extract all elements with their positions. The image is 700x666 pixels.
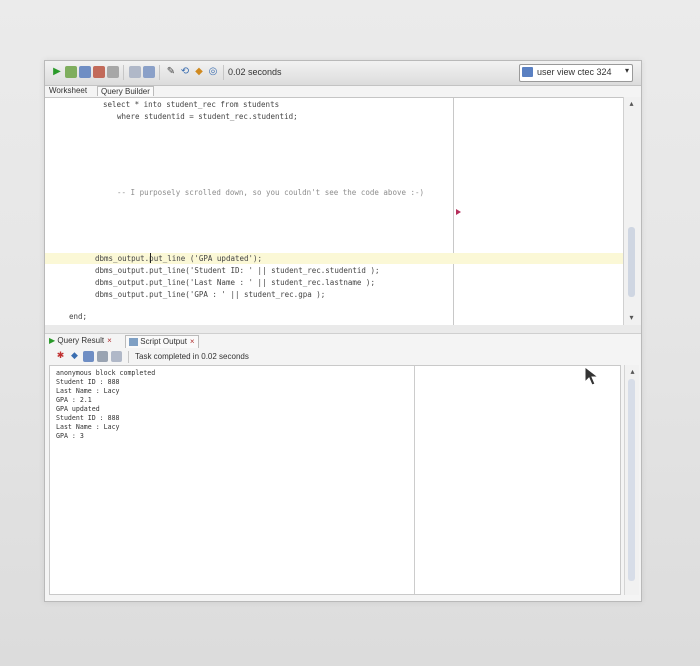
- history-icon[interactable]: ⟲: [179, 66, 191, 78]
- rollback-icon[interactable]: [93, 66, 105, 78]
- script-output-panel[interactable]: anonymous block completed Student ID : 8…: [49, 365, 621, 595]
- save-icon[interactable]: [83, 351, 94, 362]
- connection-name: user view ctec 324: [537, 67, 612, 77]
- code-comment: -- I purposely scrolled down, so you cou…: [117, 188, 425, 197]
- output-line: Student ID : 888: [56, 378, 120, 386]
- output-toolbar: ✱ ◆ Task completed in 0.02 seconds: [45, 349, 641, 365]
- code-line: dbms_output.put_line('Last Name : ' || s…: [95, 278, 375, 287]
- output-line: Student ID : 888: [56, 414, 120, 422]
- code-line: dbms_output.put_line('GPA : ' || student…: [95, 290, 326, 299]
- commit-icon[interactable]: [79, 66, 91, 78]
- output-line: anonymous block completed: [56, 369, 156, 377]
- database-icon: [522, 67, 533, 77]
- worksheet-toolbar: ▶ ✎ ⟲ ◆ ◎ 0.02 seconds user view ctec 32…: [45, 61, 641, 86]
- eraser-icon[interactable]: ◆: [69, 351, 80, 362]
- tab-query-result-label: Query Result: [57, 336, 105, 345]
- task-status-message: Task completed in 0.02 seconds: [135, 352, 249, 361]
- tab-query-builder[interactable]: Query Builder: [97, 86, 154, 96]
- buffer-icon[interactable]: [111, 351, 122, 362]
- scrollbar-thumb[interactable]: [628, 379, 635, 581]
- output-right-margin: [414, 366, 415, 594]
- search-icon[interactable]: ◎: [207, 66, 219, 78]
- tab-worksheet[interactable]: Worksheet: [49, 86, 87, 95]
- explain-plan-icon[interactable]: [129, 66, 141, 78]
- print-icon[interactable]: [97, 351, 108, 362]
- scroll-up-icon[interactable]: ▴: [626, 99, 637, 109]
- sql-editor[interactable]: select * into student_rec from students …: [45, 97, 623, 327]
- editor-tabs: Worksheet Query Builder: [45, 85, 641, 97]
- breakpoint-marker: [456, 209, 461, 215]
- toolbar-separator: [123, 65, 124, 80]
- tab-script-output[interactable]: Script Output ×: [125, 335, 199, 348]
- output-line: Last Name : Lacy: [56, 387, 120, 395]
- play-icon: ▶: [49, 336, 56, 345]
- run-statement-icon[interactable]: ▶: [51, 66, 63, 78]
- output-tabs: ▶ Query Result × Script Output ×: [45, 333, 641, 349]
- code-line: dbms_output.put_line ('GPA updated');: [95, 254, 263, 263]
- mouse-pointer-icon: [584, 365, 600, 386]
- toolbar-separator: [159, 65, 160, 80]
- scroll-up-icon[interactable]: ▴: [627, 367, 638, 377]
- script-icon: [129, 337, 138, 346]
- scrollbar-thumb[interactable]: [628, 227, 635, 297]
- output-scrollbar[interactable]: ▴: [624, 365, 639, 595]
- pin-icon[interactable]: ✱: [55, 351, 66, 362]
- clear-icon[interactable]: ✎: [165, 66, 177, 78]
- tab-query-result[interactable]: ▶ Query Result ×: [49, 335, 112, 347]
- toolbar-separator: [128, 351, 129, 363]
- run-script-icon[interactable]: [65, 66, 77, 78]
- code-line: where studentid = student_rec.studentid;: [117, 112, 298, 121]
- editor-scrollbar[interactable]: ▴ ▾: [623, 97, 641, 325]
- code-line: end;: [69, 312, 88, 321]
- sql-developer-window: ▶ ✎ ⟲ ◆ ◎ 0.02 seconds user view ctec 32…: [44, 60, 642, 602]
- format-icon[interactable]: ◆: [193, 66, 205, 78]
- chevron-down-icon: ▾: [624, 66, 629, 75]
- toolbar-separator: [223, 65, 224, 80]
- output-line: GPA : 3: [56, 432, 84, 440]
- autotrace-icon[interactable]: [107, 66, 119, 78]
- close-icon[interactable]: ×: [107, 336, 112, 345]
- tab-script-output-label: Script Output: [140, 337, 187, 346]
- connection-selector[interactable]: user view ctec 324 ▾: [519, 64, 633, 82]
- close-icon[interactable]: ×: [190, 337, 195, 346]
- execution-time: 0.02 seconds: [228, 67, 282, 77]
- output-line: GPA : 2.1: [56, 396, 92, 404]
- sql-tuning-icon[interactable]: [143, 66, 155, 78]
- code-line: dbms_output.put_line('Student ID: ' || s…: [95, 266, 380, 275]
- code-line: select * into student_rec from students: [103, 100, 280, 109]
- editor-right-margin: [453, 98, 454, 326]
- text-cursor: [150, 253, 151, 263]
- scroll-down-icon[interactable]: ▾: [626, 313, 637, 323]
- output-line: Last Name : Lacy: [56, 423, 120, 431]
- output-line: GPA updated: [56, 405, 100, 413]
